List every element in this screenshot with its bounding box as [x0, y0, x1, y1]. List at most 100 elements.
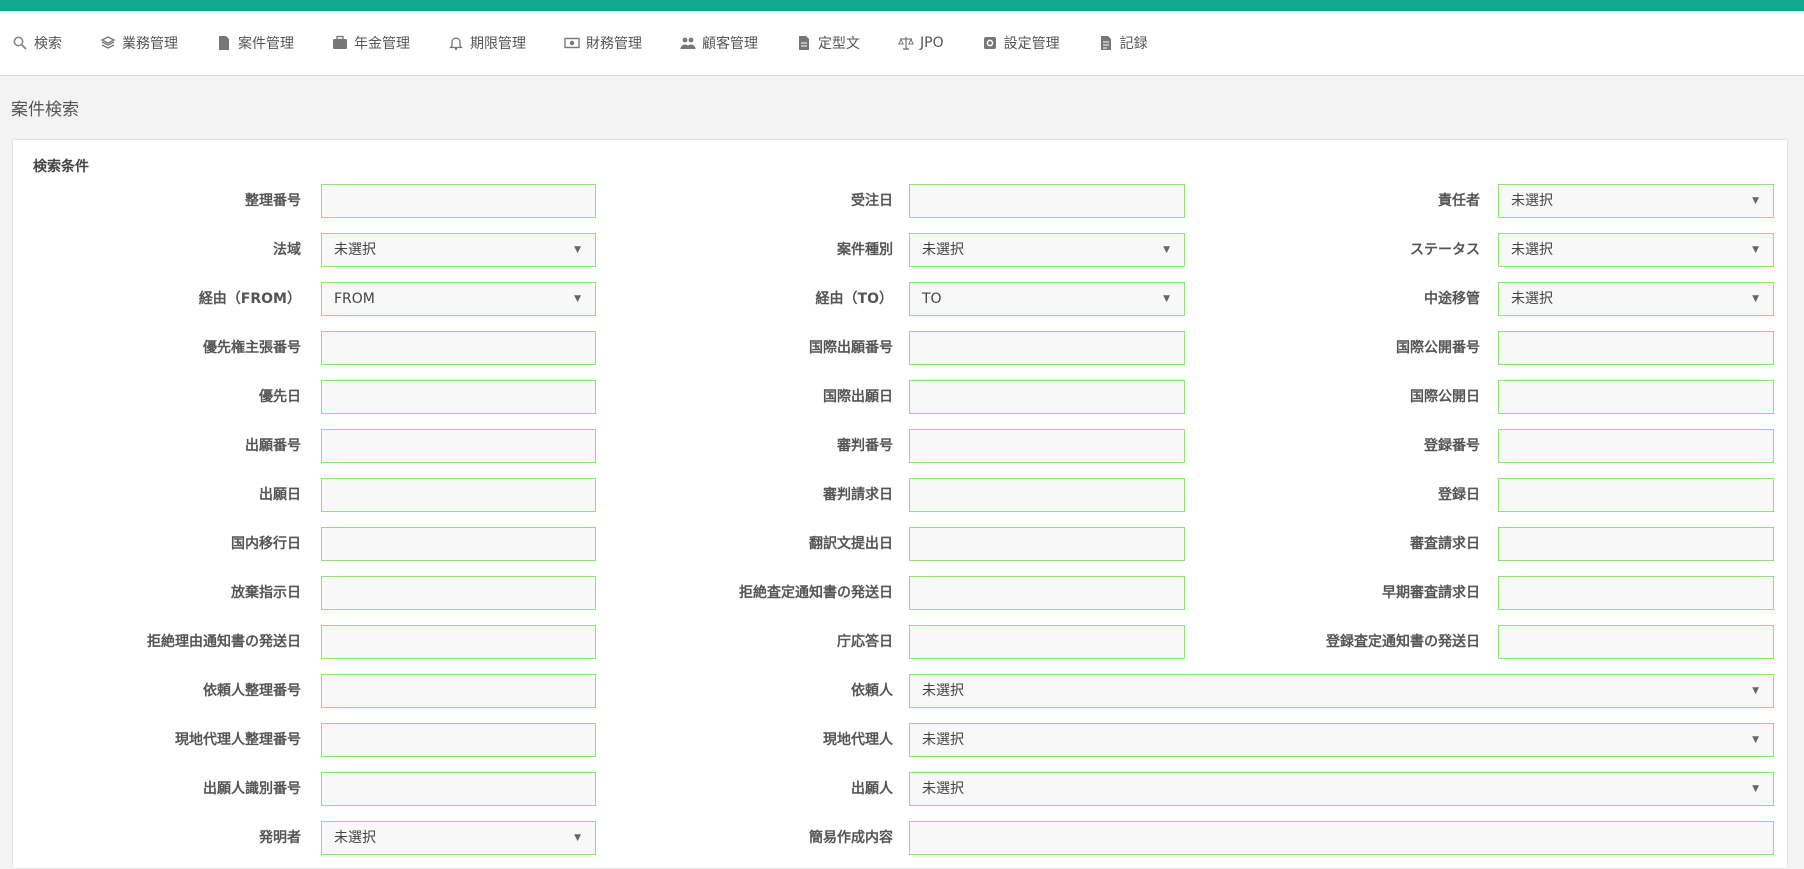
form-row: 国内移行日 翻訳文提出日 審査請求日 [13, 527, 1787, 561]
field-label: 法域 [273, 242, 301, 258]
select-value: 未選択 [922, 683, 964, 699]
text-input[interactable] [321, 674, 596, 708]
text-input[interactable] [909, 429, 1185, 463]
nav-item-stack[interactable]: 業務管理 [100, 33, 178, 53]
nav-item-users[interactable]: 顧客管理 [680, 33, 758, 53]
field-label: 経由（FROM） [198, 291, 301, 307]
chevron-down-icon: ▼ [574, 833, 581, 843]
select-value: TO [922, 291, 942, 307]
text-input[interactable] [1498, 380, 1774, 414]
nav-item-label: 財務管理 [586, 36, 642, 52]
nav-item-gear-box[interactable]: 設定管理 [982, 33, 1060, 53]
text-input[interactable] [321, 772, 596, 806]
text-input[interactable] [909, 821, 1774, 855]
chevron-down-icon: ▼ [1752, 735, 1759, 745]
text-input[interactable] [321, 429, 596, 463]
nav-item-document[interactable]: 定型文 [796, 33, 860, 53]
nav-item-label: 記録 [1119, 36, 1148, 52]
text-input[interactable] [321, 625, 596, 659]
field-label: 現地代理人整理番号 [175, 732, 301, 748]
text-input[interactable] [1498, 331, 1774, 365]
text-input[interactable] [909, 576, 1185, 610]
select-field[interactable]: 未選択 ▼ [1498, 184, 1774, 218]
text-input[interactable] [909, 380, 1185, 414]
field-label: 庁応答日 [837, 634, 893, 650]
field-label: 国際公開番号 [1396, 340, 1480, 356]
nav-item-label: 顧客管理 [702, 36, 758, 52]
chevron-down-icon: ▼ [1752, 294, 1759, 304]
select-field[interactable]: 未選択 ▼ [321, 821, 596, 855]
gear-box-icon [982, 35, 998, 51]
nav-item-label: 検索 [34, 36, 62, 52]
search-icon [12, 35, 28, 51]
text-input[interactable] [321, 478, 596, 512]
search-conditions-panel: 検索条件 整理番号 受注日 責任者 未選択 ▼ 法域 未選択 ▼ 案件種別 未選択 ▼ ステータス 未選… [12, 139, 1788, 869]
form-row: 現地代理人整理番号 現地代理人 未選択 ▼ [13, 723, 1787, 757]
select-value: 未選択 [334, 242, 376, 258]
select-value: FROM [334, 291, 375, 307]
text-input[interactable] [1498, 527, 1774, 561]
text-input[interactable] [1498, 576, 1774, 610]
text-input[interactable] [321, 380, 596, 414]
scale-icon [898, 35, 914, 51]
field-label: 出願人 [851, 781, 893, 797]
select-field[interactable]: 未選択 ▼ [909, 674, 1774, 708]
form-row: 整理番号 受注日 責任者 未選択 ▼ [13, 184, 1787, 218]
nav-item-briefcase[interactable]: 年金管理 [332, 33, 410, 53]
select-field[interactable]: FROM ▼ [321, 282, 596, 316]
text-input[interactable] [909, 625, 1185, 659]
nav-item-record[interactable]: 記録 [1098, 33, 1148, 53]
text-input[interactable] [909, 478, 1185, 512]
select-value: 未選択 [334, 830, 376, 846]
text-input[interactable] [321, 723, 596, 757]
text-input[interactable] [1498, 478, 1774, 512]
nav-item-file[interactable]: 案件管理 [216, 33, 294, 53]
field-label: 依頼人 [851, 683, 893, 699]
text-input[interactable] [321, 527, 596, 561]
text-input[interactable] [321, 184, 596, 218]
chevron-down-icon: ▼ [574, 245, 581, 255]
field-label: 責任者 [1438, 193, 1480, 209]
text-input[interactable] [1498, 625, 1774, 659]
field-label: 国際出願番号 [809, 340, 893, 356]
text-input[interactable] [909, 527, 1185, 561]
select-field[interactable]: 未選択 ▼ [1498, 233, 1774, 267]
select-field[interactable]: TO ▼ [909, 282, 1185, 316]
field-label: 国際公開日 [1410, 389, 1480, 405]
text-input[interactable] [909, 184, 1185, 218]
field-label: 出願番号 [245, 438, 301, 454]
field-label: 拒絶理由通知書の発送日 [147, 634, 301, 650]
field-label: 経由（TO） [815, 291, 893, 307]
text-input[interactable] [1498, 429, 1774, 463]
select-value: 未選択 [922, 732, 964, 748]
field-label: 登録査定通知書の発送日 [1326, 634, 1480, 650]
text-input[interactable] [321, 331, 596, 365]
field-label: 拒絶査定通知書の発送日 [739, 585, 893, 601]
chevron-down-icon: ▼ [1752, 196, 1759, 206]
form-row: 法域 未選択 ▼ 案件種別 未選択 ▼ ステータス 未選択 ▼ [13, 233, 1787, 267]
nav-item-bell[interactable]: 期限管理 [448, 33, 526, 53]
field-label: 案件種別 [837, 242, 893, 258]
select-field[interactable]: 未選択 ▼ [1498, 282, 1774, 316]
nav-item-search[interactable]: 検索 [12, 33, 62, 53]
field-label: 優先権主張番号 [203, 340, 301, 356]
form-row: 依頼人整理番号 依頼人 未選択 ▼ [13, 674, 1787, 708]
field-label: 中途移管 [1424, 291, 1480, 307]
field-label: 出願人識別番号 [203, 781, 301, 797]
select-field[interactable]: 未選択 ▼ [909, 772, 1774, 806]
nav-item-money[interactable]: 財務管理 [564, 33, 642, 53]
select-field[interactable]: 未選択 ▼ [909, 723, 1774, 757]
select-field[interactable]: 未選択 ▼ [909, 233, 1185, 267]
field-label: 審判番号 [837, 438, 893, 454]
form-row: 優先日 国際出願日 国際公開日 [13, 380, 1787, 414]
chevron-down-icon: ▼ [1752, 245, 1759, 255]
form-row: 拒絶理由通知書の発送日 庁応答日 登録査定通知書の発送日 [13, 625, 1787, 659]
select-value: 未選択 [922, 242, 964, 258]
field-label: 国内移行日 [231, 536, 301, 552]
field-label: 優先日 [259, 389, 301, 405]
text-input[interactable] [909, 331, 1185, 365]
nav-item-label: 定型文 [818, 36, 860, 52]
nav-item-scale[interactable]: JPO [898, 35, 944, 51]
text-input[interactable] [321, 576, 596, 610]
select-field[interactable]: 未選択 ▼ [321, 233, 596, 267]
